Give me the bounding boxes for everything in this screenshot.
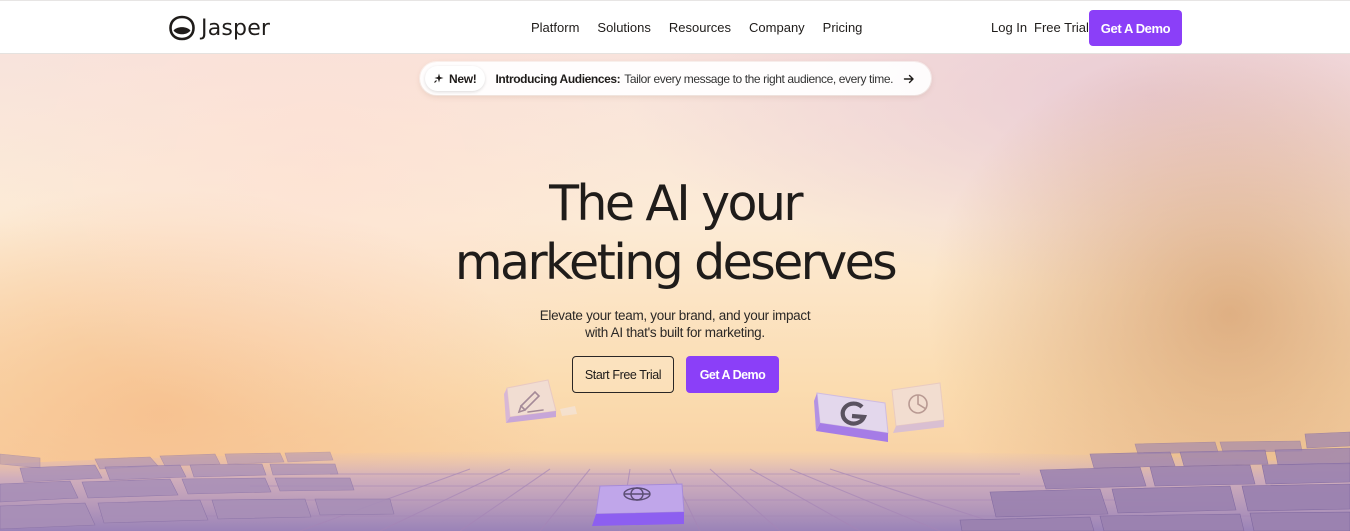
announcement-text: Tailor every message to the right audien… <box>624 71 894 86</box>
hero-subtext: Elevate your team, your brand, and your … <box>475 307 875 341</box>
headline-line-1: The AI your <box>549 175 803 232</box>
announcement-title: Introducing Audiences: <box>495 71 621 86</box>
hero-section: New! Introducing Audiences: Tailor every… <box>0 54 1350 531</box>
subtext-line-1: Elevate your team, your brand, and your … <box>539 308 811 323</box>
logo-wordmark: Jasper <box>201 15 271 41</box>
google-tile <box>814 392 889 442</box>
globe-tile <box>592 483 685 526</box>
hero-headline: The AI your marketing deserves <box>375 174 975 292</box>
nav-resources[interactable]: Resources <box>669 20 731 35</box>
hero-demo-button[interactable]: Get A Demo <box>686 356 779 393</box>
site-header: Jasper Platform Solutions Resources Comp… <box>0 0 1350 54</box>
hero-3d-scene <box>0 379 1350 531</box>
jasper-logo[interactable]: Jasper <box>168 13 270 43</box>
nav-solutions[interactable]: Solutions <box>597 20 650 35</box>
new-badge-label: New! <box>449 71 477 86</box>
arrow-right-icon <box>903 74 914 83</box>
announcement-banner[interactable]: New! Introducing Audiences: Tailor every… <box>420 62 931 95</box>
header-demo-button[interactable]: Get A Demo <box>1089 10 1182 46</box>
nav-platform[interactable]: Platform <box>531 20 579 35</box>
sparkle-icon <box>434 73 444 83</box>
free-trial-link[interactable]: Free Trial <box>1034 20 1089 35</box>
left-block-cluster <box>0 451 395 530</box>
pie-chart-tile <box>891 382 945 433</box>
right-block-cluster <box>959 431 1350 531</box>
pencil-tile <box>504 379 577 423</box>
subtext-line-2: with AI that's built for marketing. <box>585 325 765 340</box>
start-free-trial-button[interactable]: Start Free Trial <box>572 356 674 393</box>
new-badge: New! <box>425 66 486 91</box>
main-nav: Platform Solutions Resources Company Pri… <box>531 20 862 35</box>
jasper-logo-icon <box>169 15 195 41</box>
nav-pricing[interactable]: Pricing <box>823 20 863 35</box>
login-link[interactable]: Log In <box>991 20 1027 35</box>
headline-line-2: marketing deserves <box>454 234 898 291</box>
nav-company[interactable]: Company <box>749 20 805 35</box>
